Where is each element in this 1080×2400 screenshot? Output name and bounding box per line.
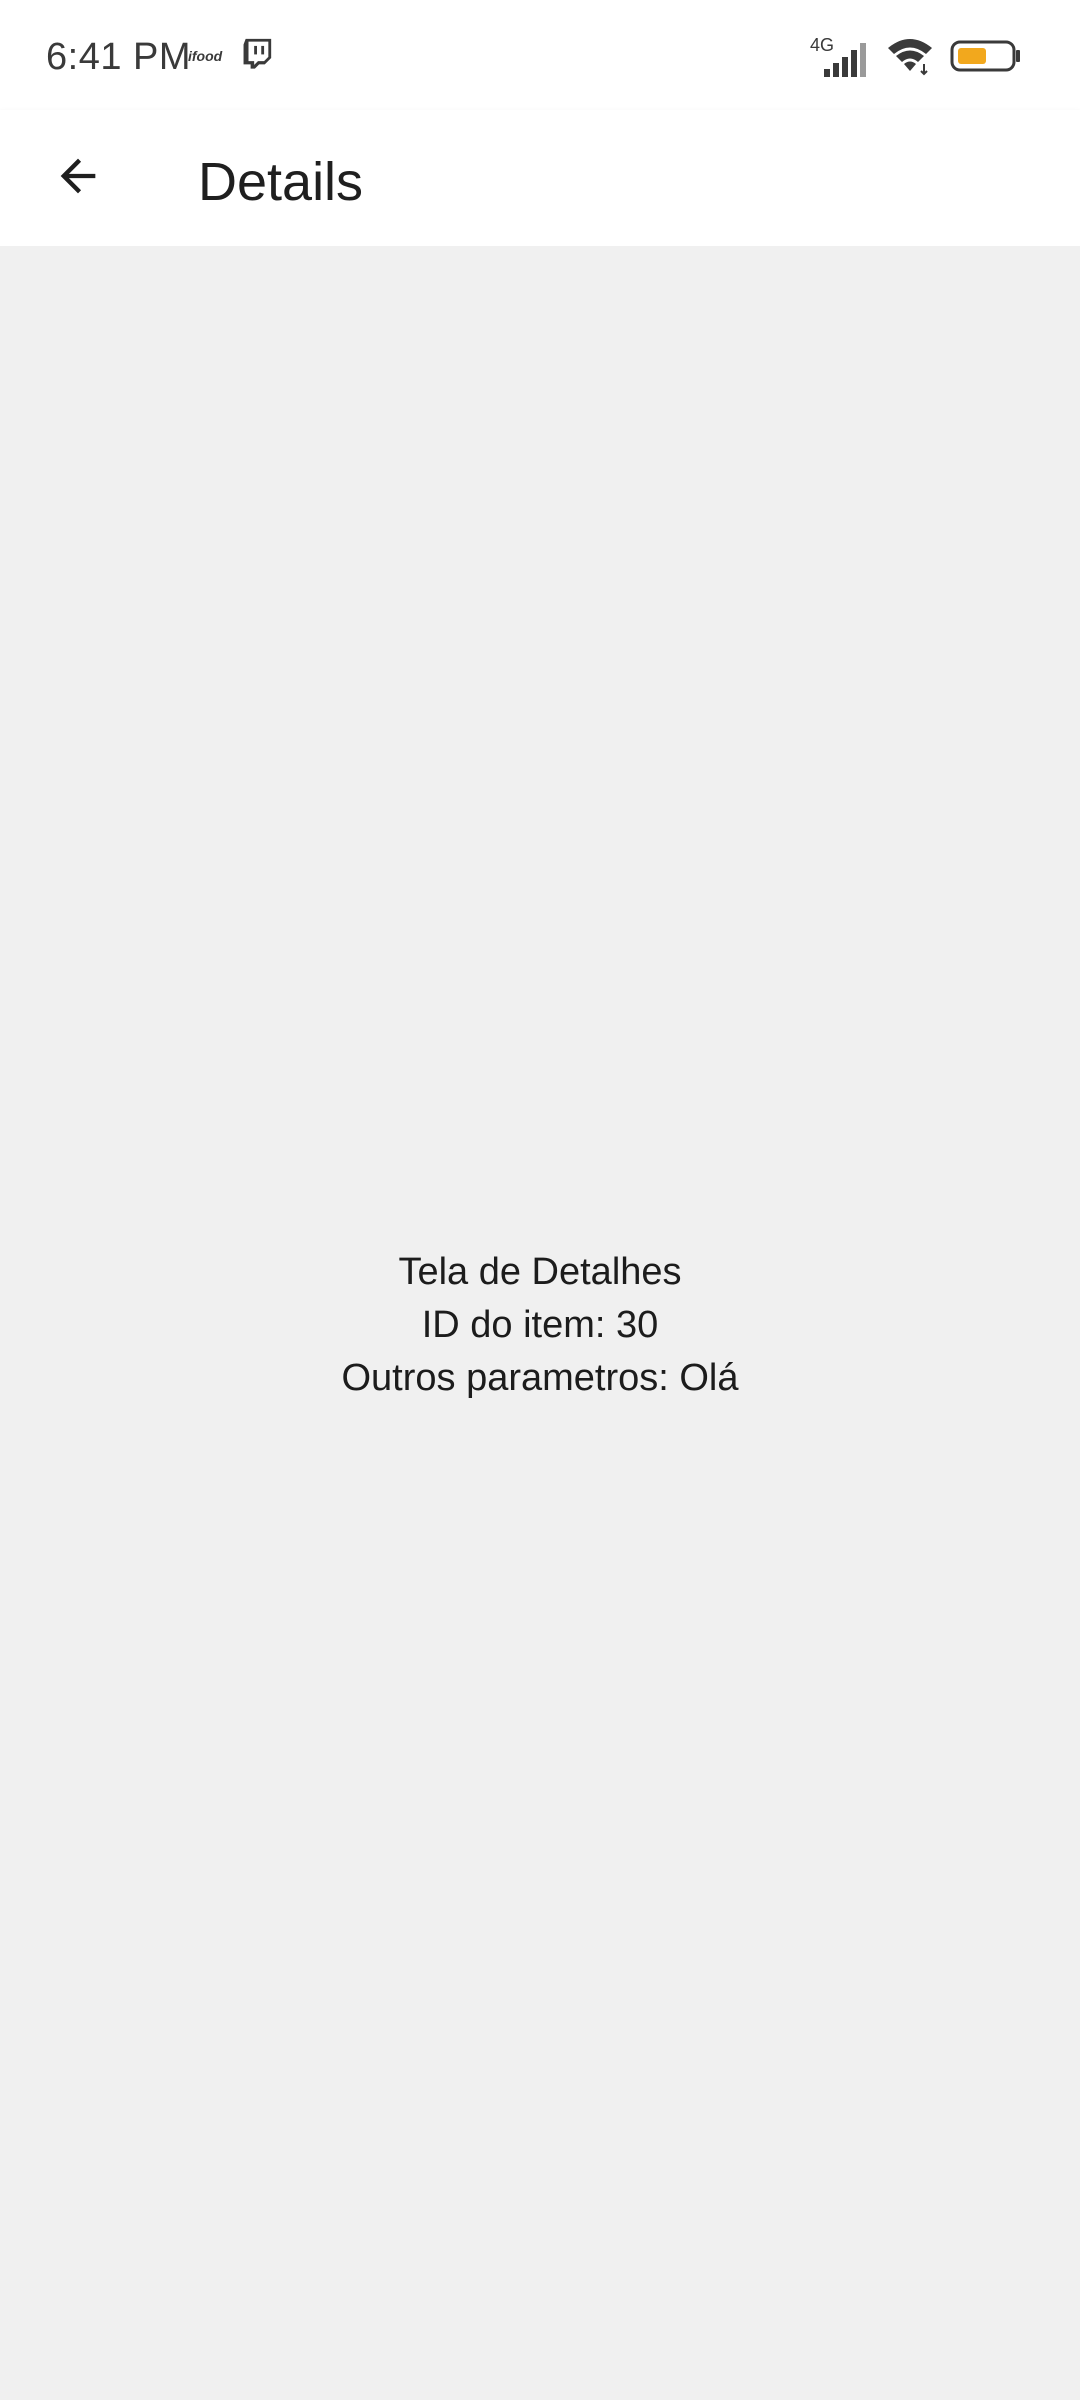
wifi-icon <box>886 36 934 81</box>
cellular-signal-icon: 4G <box>810 35 870 79</box>
ifood-icon: ifood <box>188 41 226 71</box>
details-text-block: Tela de Detalhes ID do item: 30 Outros p… <box>0 1246 1080 1405</box>
app-bar: Details <box>0 110 1080 246</box>
status-time: 6:41 PM <box>46 36 192 78</box>
item-id-text: ID do item: 30 <box>421 1304 659 1346</box>
page-title: Details <box>198 152 364 212</box>
status-bar: 6:41 PM ifood 4G <box>0 0 1080 110</box>
screen-title-text: Tela de Detalhes <box>398 1251 682 1293</box>
ifood-icon-label: ifood <box>188 47 223 64</box>
other-params-text: Outros parametros: Olá <box>341 1357 739 1399</box>
notification-icons: ifood <box>188 36 274 75</box>
arrow-left-icon <box>52 150 104 207</box>
details-content: Tela de Detalhes ID do item: 30 Outros p… <box>0 246 1080 2400</box>
twitch-icon <box>240 36 274 75</box>
system-icons: 4G <box>810 35 1022 81</box>
battery-icon <box>950 39 1022 78</box>
back-button[interactable] <box>36 136 120 220</box>
